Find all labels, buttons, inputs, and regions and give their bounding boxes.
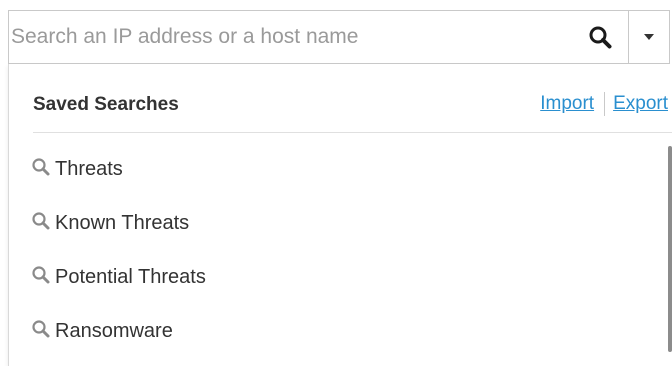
saved-searches-header: Saved Searches Import Export [33, 90, 672, 130]
link-divider [604, 92, 606, 116]
search-input[interactable] [9, 11, 572, 63]
saved-search-item[interactable]: Known Threats [31, 196, 631, 250]
search-button[interactable] [572, 11, 628, 63]
magnifier-icon [32, 320, 50, 338]
saved-search-label: Potential Threats [55, 265, 206, 288]
saved-search-item[interactable]: Threats [31, 142, 631, 196]
magnifier-icon [32, 158, 50, 176]
saved-search-item[interactable]: Potential Threats [31, 250, 631, 304]
header-divider [33, 132, 672, 133]
saved-search-label: Ransomware [55, 319, 173, 342]
magnifier-icon [32, 266, 50, 284]
scrollbar-thumb[interactable] [668, 146, 672, 352]
search-bar [8, 10, 670, 64]
export-link[interactable]: Export [613, 93, 668, 115]
saved-search-label: Known Threats [55, 211, 190, 234]
header-links: Import Export [540, 92, 668, 116]
saved-searches-dropdown: Saved Searches Import Export Threats Kno… [8, 64, 672, 366]
saved-search-label: Threats [55, 157, 123, 180]
search-widget: Saved Searches Import Export Threats [0, 0, 672, 366]
saved-searches-list: Threats Known Threats Potential Threats [31, 142, 631, 358]
saved-searches-title: Saved Searches [33, 94, 179, 115]
search-icon [589, 26, 612, 49]
caret-down-icon [644, 34, 654, 40]
magnifier-icon [32, 212, 50, 230]
dropdown-toggle-button[interactable] [628, 11, 669, 63]
saved-search-item[interactable]: Ransomware [31, 304, 631, 358]
import-link[interactable]: Import [540, 93, 594, 115]
